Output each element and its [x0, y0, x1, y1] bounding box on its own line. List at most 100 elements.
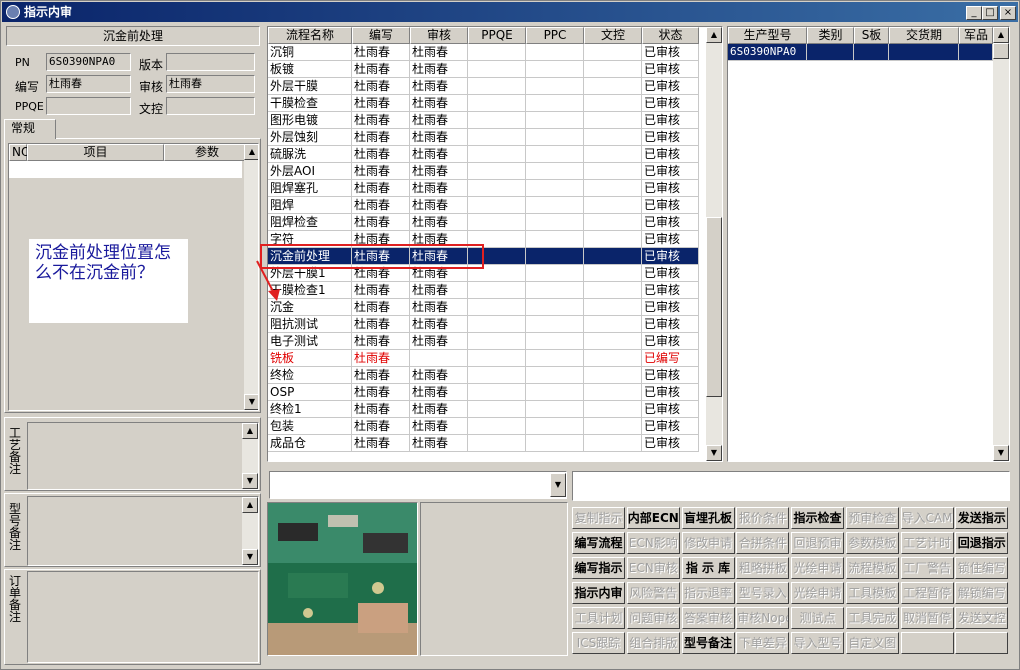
process-memo-field[interactable]: ▲ ▼	[27, 422, 259, 490]
table-row[interactable]: 沉金 杜雨春 杜雨春 已审核	[268, 299, 722, 316]
order-memo-field[interactable]	[27, 571, 259, 663]
table-row[interactable]: 终检 杜雨春 杜雨春 已审核	[268, 367, 722, 384]
table-row[interactable]: 板镀 杜雨春 杜雨春 已审核	[268, 61, 722, 78]
table-row[interactable]: 终检1 杜雨春 杜雨春 已审核	[268, 401, 722, 418]
command-button-1-1[interactable]: ECN影响	[626, 532, 680, 554]
command-button-5-1[interactable]: 组合排版	[626, 632, 680, 654]
command-button-1-4[interactable]: 回退预审	[791, 532, 844, 554]
table-row[interactable]: 阻焊塞孔 杜雨春 杜雨春 已审核	[268, 180, 722, 197]
command-button-0-0[interactable]: 复制指示	[572, 507, 625, 529]
chevron-down-icon[interactable]: ▼	[550, 473, 566, 497]
table-row[interactable]: 外层蚀刻 杜雨春 杜雨春 已审核	[268, 129, 722, 146]
param-row-empty[interactable]	[9, 161, 242, 178]
flow-header-1[interactable]: 编写	[352, 27, 410, 44]
param-header-value[interactable]: 参数	[164, 144, 250, 161]
table-row[interactable]: OSP 杜雨春 杜雨春 已审核	[268, 384, 722, 401]
command-button-1-6[interactable]: 工艺计时	[900, 532, 954, 554]
command-button-1-7[interactable]: 回退指示	[955, 532, 1009, 554]
table-row[interactable]: 阻抗测试 杜雨春 杜雨春 已审核	[268, 316, 722, 333]
command-button-4-2[interactable]: 答案审核	[681, 607, 735, 629]
command-button-3-3[interactable]: 型号录入	[736, 582, 790, 604]
command-button-3-6[interactable]: 工程暂停	[900, 582, 954, 604]
command-button-3-4[interactable]: 光绘申请	[791, 582, 844, 604]
command-button-5-4[interactable]: 导入型号	[791, 632, 844, 654]
command-input[interactable]	[572, 471, 1010, 501]
command-button-4-5[interactable]: 工具完成	[845, 607, 899, 629]
model-header-3[interactable]: 交货期	[889, 27, 959, 44]
command-button-0-2[interactable]: 盲埋孔板	[681, 507, 735, 529]
model-header-1[interactable]: 类别	[807, 27, 854, 44]
command-button-2-2[interactable]: 指 示 库	[681, 557, 735, 579]
param-header-no[interactable]: NO	[9, 144, 30, 161]
model-header-0[interactable]: 生产型号	[728, 27, 807, 44]
command-button-3-7[interactable]: 解锁编写	[955, 582, 1009, 604]
table-row[interactable]: 铣板 杜雨春 已编写	[268, 350, 722, 367]
command-button-4-3[interactable]: 审核Nope	[736, 607, 790, 629]
command-button-2-3[interactable]: 粗略拼板	[736, 557, 790, 579]
model-header-4[interactable]: 军品	[959, 27, 993, 44]
command-button-2-6[interactable]: 工厂警告	[900, 557, 954, 579]
command-button-0-3[interactable]: 报价条件	[736, 507, 790, 529]
command-button-5-0[interactable]: ICS跟踪	[572, 632, 625, 654]
maximize-button[interactable]: □	[982, 6, 998, 20]
table-row[interactable]: 6S0390NPA0	[728, 44, 1009, 61]
command-button-1-3[interactable]: 合拼条件	[736, 532, 790, 554]
command-button-2-0[interactable]: 编写指示	[572, 557, 625, 579]
command-button-0-4[interactable]: 指示检查	[791, 507, 844, 529]
flow-header-0[interactable]: 流程名称	[268, 27, 352, 44]
command-button-2-7[interactable]: 锁住编写	[955, 557, 1009, 579]
title-bar[interactable]: 指示内审 _ □ ×	[2, 2, 1018, 22]
command-button-3-1[interactable]: 风险警告	[626, 582, 680, 604]
flow-scrollbar[interactable]: ▲ ▼	[706, 27, 722, 461]
command-button-2-4[interactable]: 光绘申请	[791, 557, 844, 579]
doc-control-field[interactable]	[166, 97, 255, 115]
pn-field[interactable]: 6S0390NPA0	[46, 53, 131, 71]
command-button-2-1[interactable]: ECN审核	[626, 557, 680, 579]
flow-header-4[interactable]: PPC	[526, 27, 584, 44]
scroll-up-icon[interactable]: ▲	[706, 27, 722, 43]
command-button-5-7[interactable]	[955, 632, 1009, 654]
command-button-5-3[interactable]: 下单差异	[736, 632, 790, 654]
command-button-4-7[interactable]: 发送文控	[955, 607, 1009, 629]
scroll-up-icon[interactable]: ▲	[244, 144, 258, 160]
command-button-4-6[interactable]: 取消暂停	[900, 607, 954, 629]
model-memo-field[interactable]: ▲ ▼	[27, 496, 259, 566]
command-button-3-0[interactable]: 指示内审	[572, 582, 625, 604]
flow-header-5[interactable]: 文控	[584, 27, 642, 44]
scroll-down-icon[interactable]: ▼	[706, 445, 722, 461]
command-button-4-0[interactable]: 工具计划	[572, 607, 625, 629]
table-row[interactable]: 阻焊检查 杜雨春 杜雨春 已审核	[268, 214, 722, 231]
table-row[interactable]: 干膜检查 杜雨春 杜雨春 已审核	[268, 95, 722, 112]
flow-select[interactable]: ▼	[269, 471, 567, 499]
command-button-5-6[interactable]	[900, 632, 954, 654]
command-button-0-1[interactable]: 内部ECN	[626, 507, 680, 529]
flow-header-3[interactable]: PPQE	[468, 27, 526, 44]
flow-header-2[interactable]: 审核	[410, 27, 468, 44]
ppqe-field[interactable]	[46, 97, 131, 115]
table-row[interactable]: 外层干膜 杜雨春 杜雨春 已审核	[268, 78, 722, 95]
command-button-1-2[interactable]: 修改申请	[681, 532, 735, 554]
scroll-up-icon[interactable]: ▲	[993, 27, 1009, 43]
model-scrollbar[interactable]: ▲ ▼	[993, 27, 1009, 461]
table-row[interactable]: 外层AOI 杜雨春 杜雨春 已审核	[268, 163, 722, 180]
scroll-down-icon[interactable]: ▼	[244, 394, 258, 410]
command-button-0-7[interactable]: 发送指示	[955, 507, 1009, 529]
minimize-button[interactable]: _	[966, 6, 982, 20]
writer-field[interactable]: 杜雨春	[46, 75, 131, 93]
command-button-3-5[interactable]: 工具模板	[845, 582, 899, 604]
table-row[interactable]: 硫脲洗 杜雨春 杜雨春 已审核	[268, 146, 722, 163]
command-button-1-0[interactable]: 编写流程	[572, 532, 625, 554]
reviewer-field[interactable]: 杜雨春	[166, 75, 255, 93]
command-button-2-5[interactable]: 流程模板	[845, 557, 899, 579]
scroll-thumb[interactable]	[706, 217, 722, 397]
model-table[interactable]: 生产型号 类别 S板 交货期 军品 6S0390NPA0 ▲ ▼	[727, 26, 1010, 462]
command-button-0-6[interactable]: 导入CAM	[900, 507, 954, 529]
tab-general[interactable]: 常规	[4, 119, 56, 139]
table-row[interactable]: 包装 杜雨春 杜雨春 已审核	[268, 418, 722, 435]
command-button-1-5[interactable]: 参数模板	[845, 532, 899, 554]
close-button[interactable]: ×	[1000, 6, 1016, 20]
table-row[interactable]: 阻焊 杜雨春 杜雨春 已审核	[268, 197, 722, 214]
command-button-3-2[interactable]: 指示退率	[681, 582, 735, 604]
scroll-thumb[interactable]	[993, 43, 1009, 59]
command-button-5-2[interactable]: 型号备注	[681, 632, 735, 654]
